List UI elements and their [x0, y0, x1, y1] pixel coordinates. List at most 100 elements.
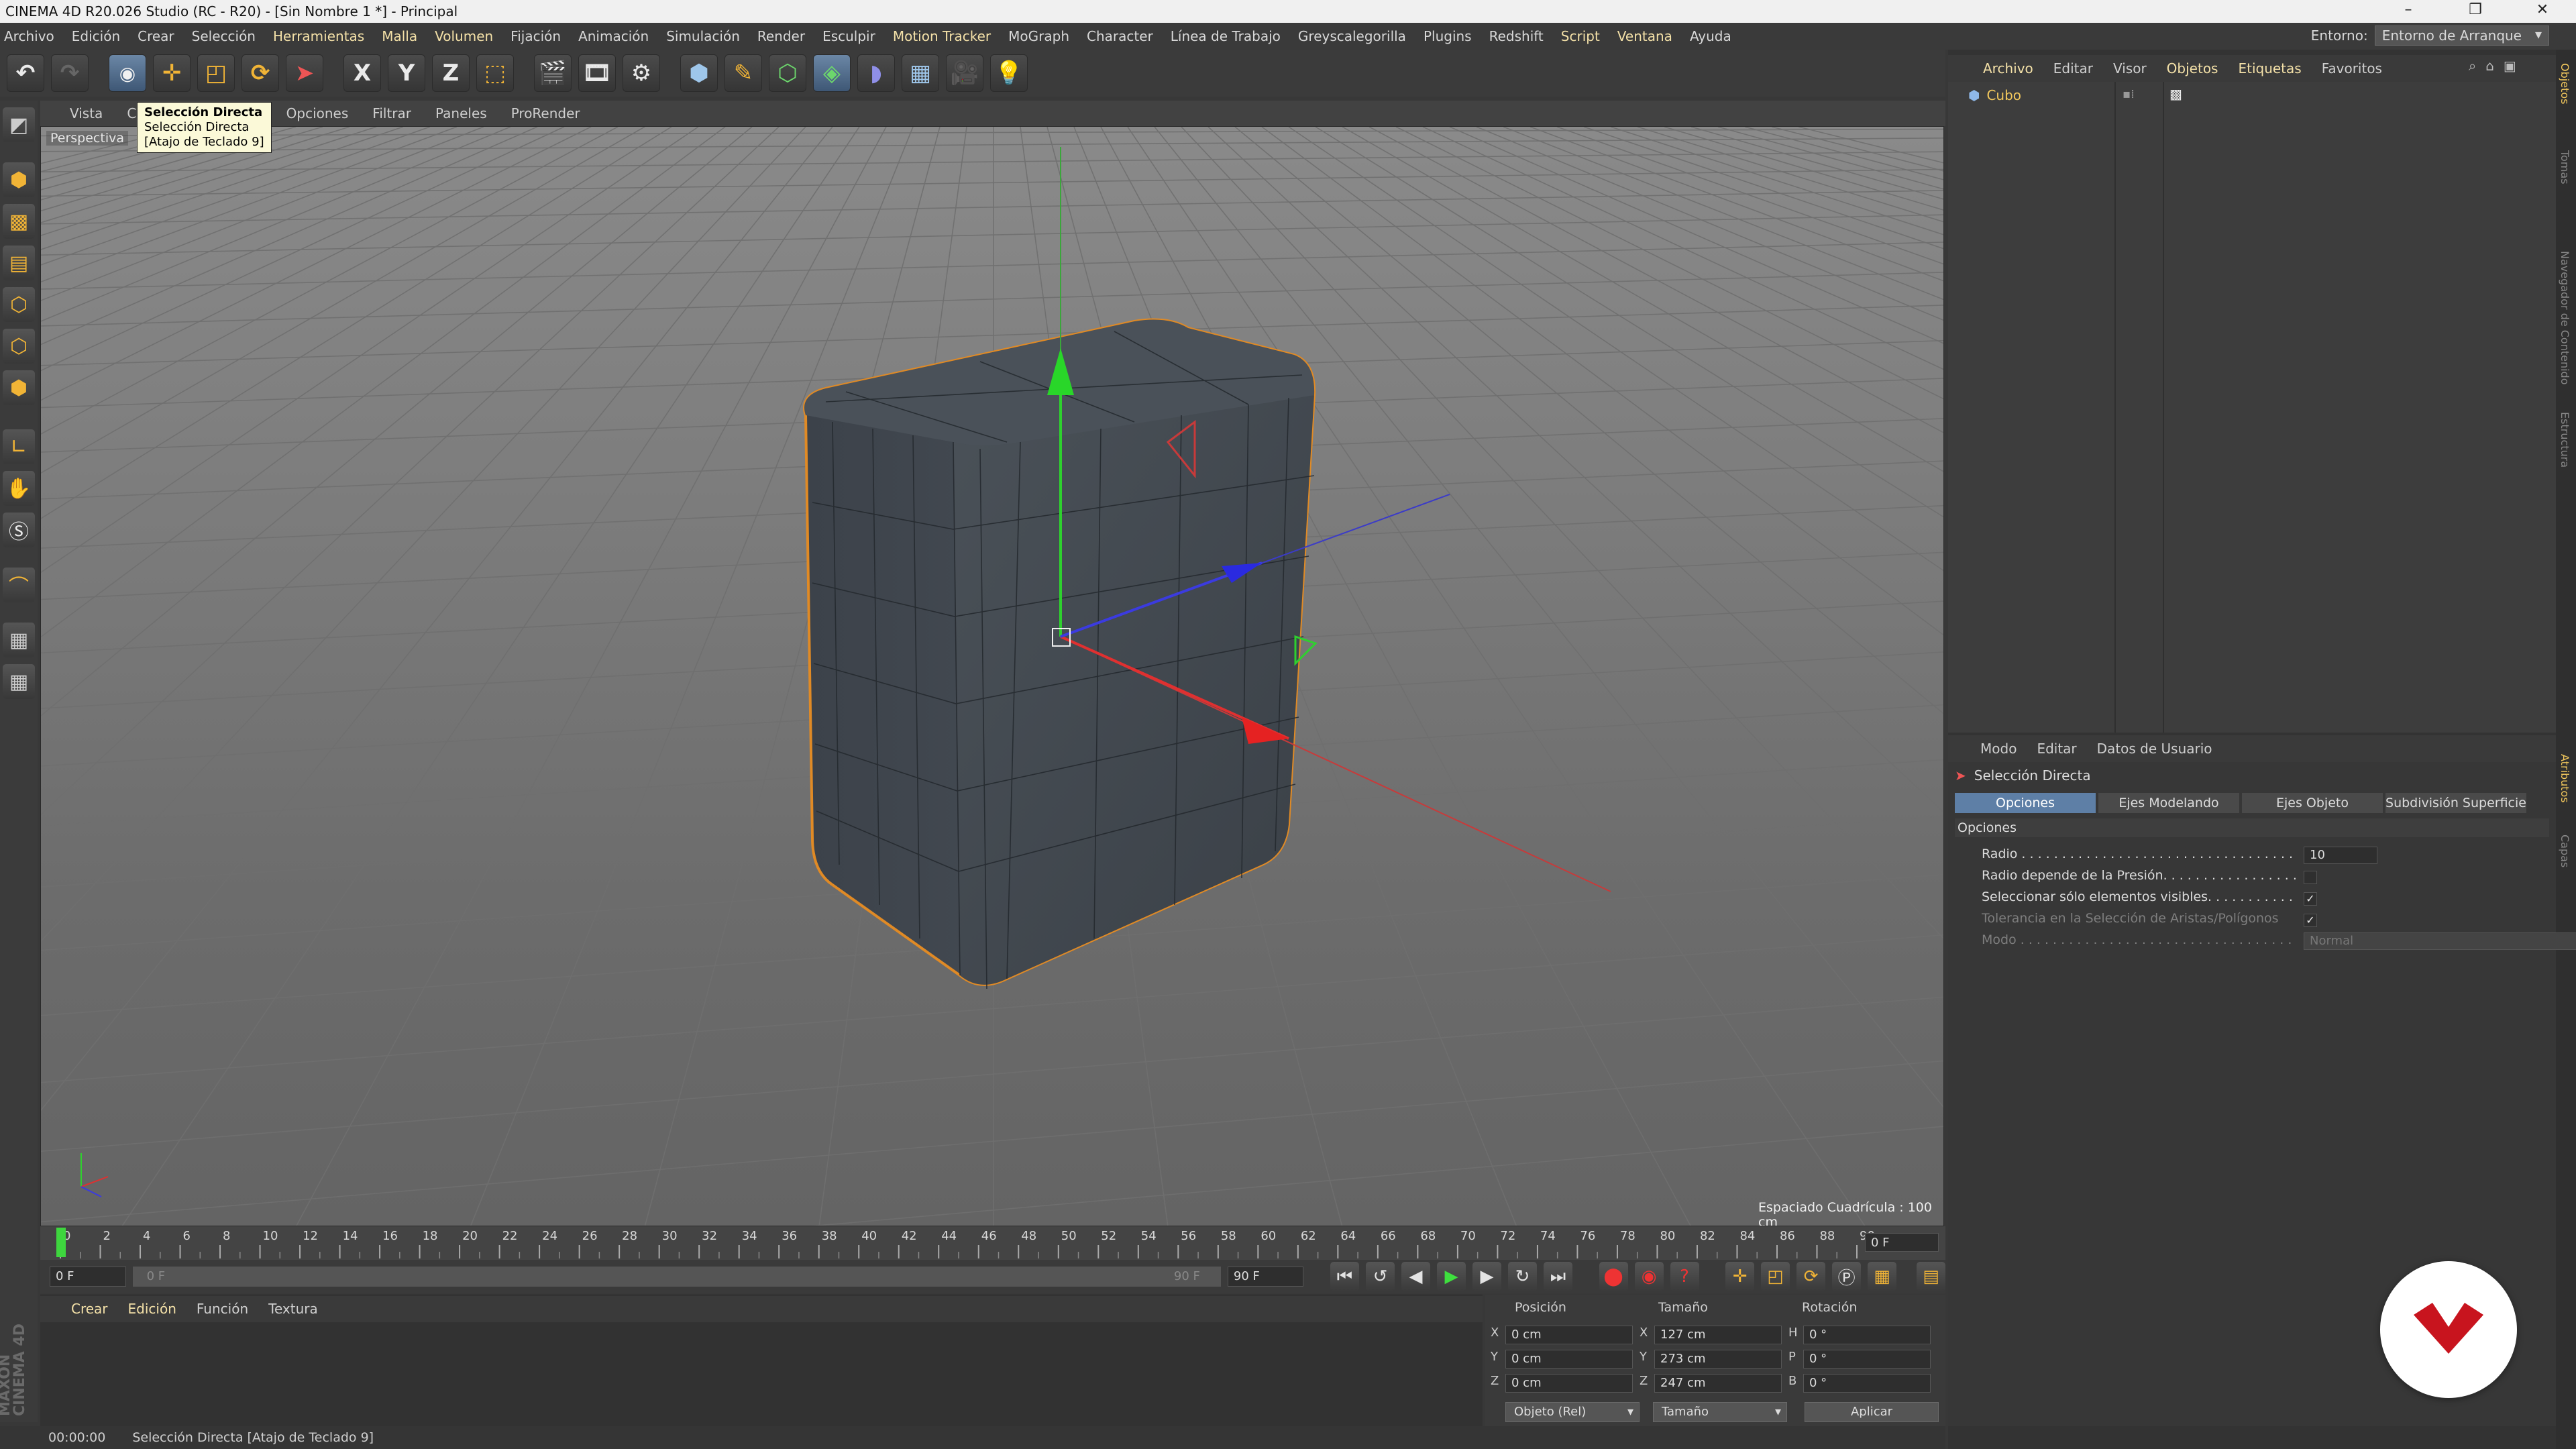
environment-dropdown[interactable]: Entorno de Arranque ▾ — [2374, 25, 2549, 46]
deformer-button[interactable]: ◗ — [857, 54, 895, 92]
array-button[interactable]: ◈ — [813, 54, 851, 92]
attribute-checkbox[interactable]: ✓ — [2304, 892, 2317, 906]
live-selection-button[interactable]: ➤ — [286, 54, 323, 92]
coordinate-mode-dropdown[interactable]: Objeto (Rel) ▾ — [1505, 1402, 1640, 1422]
position-key-button[interactable]: ✛ — [1725, 1262, 1755, 1291]
mode-dropdown[interactable]: Normal — [2304, 932, 2576, 950]
texture-mode-button[interactable]: ▩ — [3, 204, 35, 239]
playhead[interactable] — [56, 1228, 66, 1257]
attribute-checkbox[interactable] — [2304, 871, 2317, 884]
scale-key-button[interactable]: ◰ — [1761, 1262, 1790, 1291]
phong-tag-icon[interactable]: ▩ — [2169, 86, 2182, 102]
position-field[interactable]: 0 cm — [1505, 1326, 1633, 1344]
enable-axis-button[interactable]: ∟ — [3, 429, 35, 464]
viewport-camera-label[interactable]: Perspectiva — [46, 131, 128, 146]
side-tab-0[interactable]: Objetos — [2559, 63, 2571, 104]
size-field[interactable]: 247 cm — [1654, 1374, 1782, 1393]
rotate-tool-button[interactable]: ⟳ — [241, 54, 279, 92]
object-menu-item-5[interactable]: Favoritos — [2322, 60, 2382, 76]
camera-button[interactable]: 🎥 — [946, 54, 983, 92]
menu-item-3[interactable]: Selección — [192, 28, 256, 44]
material-menu-item-1[interactable]: Edición — [128, 1301, 176, 1317]
object-menu-item-1[interactable]: Editar — [2053, 60, 2093, 76]
timeline-ruler[interactable]: 0 2 4 6 8 10 12 14 16 18 20 22 24 26 28 30 32 34 36 38 40 42 4… — [40, 1226, 1945, 1260]
menu-item-13[interactable]: MoGraph — [1008, 28, 1069, 44]
object-menu-item-4[interactable]: Etiquetas — [2238, 60, 2301, 76]
timeline-window-button[interactable]: ▤ — [1917, 1262, 1946, 1291]
material-menu-item-2[interactable]: Función — [197, 1301, 248, 1317]
viewport-menu-item-3[interactable]: Opciones — [286, 105, 349, 121]
polygons-mode-button[interactable]: ⬢ — [3, 370, 35, 405]
render-settings-button[interactable]: ⚙ — [623, 54, 660, 92]
search-icon[interactable]: ⌕ — [2469, 58, 2476, 74]
home-icon[interactable]: ⌂ — [2485, 58, 2494, 74]
rotation-field[interactable]: 0 ° — [1803, 1374, 1931, 1393]
magnet-button[interactable]: ⌒ — [3, 568, 35, 602]
spline-pen-button[interactable]: ✎ — [724, 54, 762, 92]
object-row-cubo[interactable]: ⬢ Cubo — [1968, 87, 2021, 103]
menu-item-8[interactable]: Animación — [578, 28, 649, 44]
menu-item-1[interactable]: Edición — [72, 28, 120, 44]
menu-item-9[interactable]: Simulación — [666, 28, 740, 44]
parameter-key-button[interactable]: Ⓟ — [1832, 1262, 1862, 1291]
menu-item-5[interactable]: Malla — [382, 28, 417, 44]
preview-range-slider[interactable]: 0 F 90 F — [132, 1267, 1221, 1287]
x-axis-lock-button[interactable]: X — [343, 54, 381, 92]
play-button[interactable]: ▶ — [1437, 1262, 1466, 1291]
side-tab-1[interactable]: Tomas — [2559, 150, 2571, 184]
attribute-checkbox[interactable]: ✓ — [2304, 914, 2317, 927]
point-level-key-button[interactable]: ▦ — [1868, 1262, 1897, 1291]
auto-key-button[interactable]: ◉ — [1634, 1262, 1664, 1291]
radius-field[interactable]: 10 — [2304, 847, 2377, 864]
cube-primitive-button[interactable]: ⬢ — [680, 54, 718, 92]
attribute-tab-2[interactable]: Ejes Objeto — [2242, 793, 2383, 813]
attribute-tab-0[interactable]: Opciones — [1955, 793, 2096, 813]
record-keys-button[interactable]: ⬤ — [1599, 1262, 1628, 1291]
viewport-menu-item-0[interactable]: Vista — [70, 105, 103, 121]
menu-item-16[interactable]: Greyscalegorilla — [1298, 28, 1406, 44]
current-frame-field[interactable]: 0 F — [1865, 1233, 1939, 1252]
material-menu-item-3[interactable]: Textura — [268, 1301, 318, 1317]
close-button[interactable]: ✕ — [2509, 0, 2576, 23]
attribute-menu-item-0[interactable]: Modo — [1980, 741, 2017, 757]
z-axis-lock-button[interactable]: Z — [432, 54, 470, 92]
side-tab-3[interactable]: Estructura — [2559, 412, 2571, 468]
side-tab-5[interactable]: Capas — [2559, 835, 2571, 867]
points-mode-button[interactable]: ⬡ — [3, 287, 35, 322]
direct-selection-tool-button[interactable]: ◉ — [109, 54, 146, 92]
viewport-menu-item-5[interactable]: Paneles — [435, 105, 487, 121]
rotation-key-button[interactable]: ⟳ — [1796, 1262, 1826, 1291]
menu-item-2[interactable]: Crear — [138, 28, 174, 44]
menu-item-14[interactable]: Character — [1087, 28, 1153, 44]
viewport-menu-item-4[interactable]: Filtrar — [372, 105, 411, 121]
workplane-mode-button[interactable]: ▤ — [3, 246, 35, 280]
menu-item-10[interactable]: Render — [757, 28, 805, 44]
grid-lock-button[interactable]: ▦ — [3, 623, 35, 657]
visibility-dots-icon[interactable]: ▪⁞ — [2123, 87, 2135, 101]
scale-tool-button[interactable]: ◰ — [197, 54, 235, 92]
side-tab-4[interactable]: Atributos — [2559, 754, 2571, 803]
3d-viewport[interactable]: Perspectiva Espaciado Cuadrícula : 100 c… — [40, 126, 1944, 1226]
object-menu-item-3[interactable]: Objetos — [2167, 60, 2218, 76]
rotation-field[interactable]: 0 ° — [1803, 1326, 1931, 1344]
render-view-button[interactable]: 🎬 — [534, 54, 572, 92]
start-frame-field[interactable]: 0 F — [50, 1267, 126, 1287]
maximize-button[interactable]: ❐ — [2442, 0, 2509, 23]
tweak-mode-button[interactable]: ✋ — [3, 471, 35, 506]
make-editable-button[interactable]: ◩ — [3, 107, 35, 142]
material-menu-item-0[interactable]: Crear — [71, 1301, 108, 1317]
apply-button[interactable]: Aplicar — [1805, 1402, 1939, 1422]
attribute-tab-3[interactable]: Subdivisión Superficie — [2385, 793, 2526, 813]
menu-item-4[interactable]: Herramientas — [273, 28, 364, 44]
edges-mode-button[interactable]: ⬡ — [3, 329, 35, 364]
attribute-tab-1[interactable]: Ejes Modelando — [2098, 793, 2239, 813]
next-frame-button[interactable]: ▶ — [1472, 1262, 1501, 1291]
menu-item-12[interactable]: Motion Tracker — [893, 28, 991, 44]
minimize-button[interactable]: – — [2375, 0, 2442, 23]
object-menu-item-0[interactable]: Archivo — [1983, 60, 2033, 76]
menu-item-20[interactable]: Ventana — [1617, 28, 1672, 44]
y-axis-lock-button[interactable]: Y — [388, 54, 425, 92]
render-picture-viewer-button[interactable]: 🎞 — [578, 54, 616, 92]
end-frame-field[interactable]: 90 F — [1227, 1267, 1304, 1287]
rotation-field[interactable]: 0 ° — [1803, 1350, 1931, 1368]
